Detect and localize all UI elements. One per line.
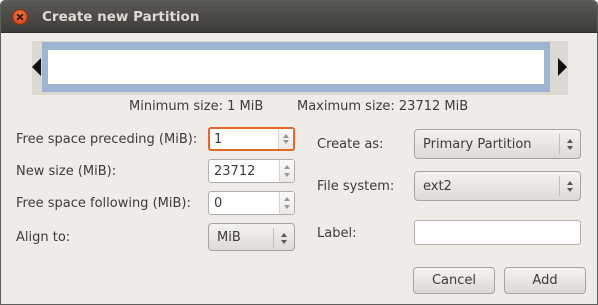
arrow-up-icon[interactable] [284, 165, 290, 169]
create-as-label: Create as: [317, 137, 384, 152]
resize-handle-right-icon[interactable] [558, 58, 567, 76]
file-system-select[interactable]: ext2 [414, 171, 581, 201]
spin-buttons[interactable] [279, 160, 294, 182]
arrow-down-icon[interactable] [283, 140, 289, 144]
combo-separator [559, 134, 560, 154]
close-icon[interactable] [12, 9, 28, 25]
titlebar: Create new Partition [1, 1, 597, 33]
file-system-value: ext2 [423, 179, 452, 194]
minimum-size-text: Minimum size: 1 MiB [129, 99, 264, 114]
free-space-following-label: Free space following (MiB): [16, 196, 191, 211]
free-space-preceding-spinner[interactable] [208, 127, 295, 151]
add-button[interactable]: Add [504, 267, 586, 294]
combo-separator [559, 176, 560, 196]
arrow-down-icon [281, 240, 287, 244]
partition-label-input[interactable] [415, 221, 580, 244]
spin-buttons[interactable] [278, 129, 293, 149]
new-size-spinner[interactable] [208, 159, 295, 183]
arrow-down-icon[interactable] [284, 173, 290, 177]
arrow-up-icon[interactable] [284, 197, 290, 201]
partition-label-label: Label: [317, 226, 357, 241]
create-partition-dialog: Create new Partition Minimum size: 1 MiB… [0, 0, 598, 305]
new-size-label: New size (MiB): [16, 164, 117, 179]
partition-bar-inner [48, 50, 544, 84]
arrow-down-icon [567, 146, 573, 150]
arrow-up-icon [567, 139, 573, 143]
maximum-size-text: Maximum size: 23712 MiB [297, 99, 469, 114]
combo-separator [273, 228, 274, 248]
arrow-down-icon[interactable] [284, 205, 290, 209]
partition-label-field[interactable] [414, 220, 581, 245]
arrow-down-icon [567, 188, 573, 192]
align-to-label: Align to: [16, 230, 71, 245]
partition-bar[interactable] [42, 42, 550, 92]
spin-buttons[interactable] [279, 192, 294, 214]
file-system-label: File system: [317, 179, 395, 194]
cancel-button[interactable]: Cancel [413, 267, 495, 294]
free-space-following-spinner[interactable] [208, 191, 295, 215]
window-title: Create new Partition [42, 9, 200, 25]
free-space-preceding-label: Free space preceding (MiB): [16, 132, 198, 147]
arrow-up-icon [281, 233, 287, 237]
create-as-value: Primary Partition [423, 137, 532, 152]
partition-visualizer [32, 41, 568, 95]
arrow-up-icon[interactable] [283, 134, 289, 138]
align-to-select[interactable]: MiB [208, 223, 295, 251]
align-to-value: MiB [217, 230, 241, 245]
arrow-up-icon [567, 181, 573, 185]
create-as-select[interactable]: Primary Partition [414, 129, 581, 159]
resize-handle-left-icon[interactable] [32, 58, 41, 76]
